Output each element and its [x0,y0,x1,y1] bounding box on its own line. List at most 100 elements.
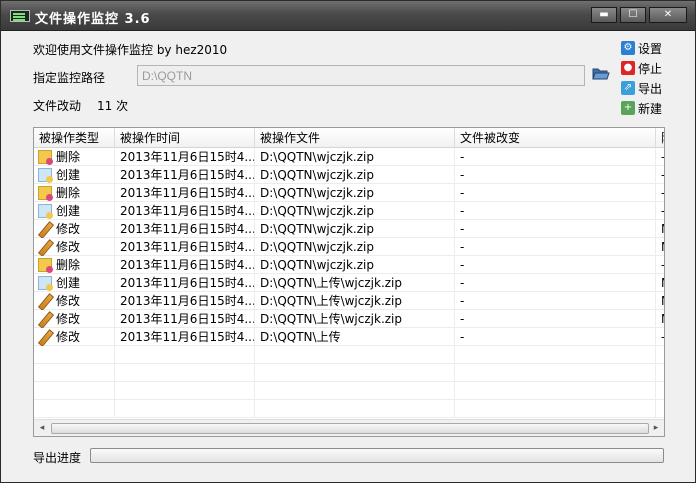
cell-type-text: 修改 [56,294,81,308]
cell-file [255,364,455,382]
new-file-icon: + [621,101,635,115]
column-header-time[interactable]: 被操作时间 [115,128,255,148]
table-row[interactable]: 删除 2013年11月6日15时4... D:\QQTN\wjczjk.zip - - [34,256,664,274]
cell-type: 创建 [34,274,115,292]
cell-extra [656,382,664,400]
cell-time [115,382,255,400]
cell-type: 创建 [34,202,115,220]
scroll-thumb[interactable] [51,423,649,434]
scroll-left-icon[interactable]: ◂ [35,422,49,435]
cell-type [34,364,115,382]
cell-time: 2013年11月6日15时4... [115,256,255,274]
change-count-label: 文件改动 [33,99,82,113]
app-window: 文件操作监控 3.6 ▬ ☐ ✕ 欢迎使用文件操作监控 by hez2010 指… [0,0,696,483]
table-row[interactable]: 修改 2013年11月6日15时4... D:\QQTN\上传\wjczjk.zip… [34,292,664,310]
cell-file [255,346,455,364]
cell-extra: - [656,202,664,220]
table-row [34,400,664,418]
side-button-3[interactable]: + 新建 [621,99,691,117]
cell-time: 2013年11月6日15时4... [115,220,255,238]
cell-file [255,400,455,418]
cell-changed: - [455,202,656,220]
column-header-extra[interactable]: 附 [656,128,664,148]
cell-type-text: 修改 [56,312,81,326]
cell-file: D:\QQTN\上传 [255,328,455,346]
cell-type [34,346,115,364]
table-row [34,382,664,400]
table-row[interactable]: 删除 2013年11月6日15时4... D:\QQTN\wjczjk.zip - - [34,184,664,202]
cell-time: 2013年11月6日15时4... [115,310,255,328]
cell-extra: N [656,310,664,328]
column-header-changed[interactable]: 文件被改变 [455,128,656,148]
column-header-type[interactable]: 被操作类型 [34,128,115,148]
cell-extra: - [656,256,664,274]
modify-icon [38,240,52,254]
minimize-button[interactable]: ▬ [591,7,617,23]
cell-type: 删除 [34,256,115,274]
create-icon [38,204,53,219]
cell-type: 修改 [34,292,115,310]
path-label: 指定监控路径 [33,71,106,85]
cell-type: 修改 [34,310,115,328]
cell-type-text: 删除 [56,186,81,200]
side-button-1[interactable]: ● 停止 [621,59,691,77]
cell-file: D:\QQTN\上传\wjczjk.zip [255,274,455,292]
cell-changed: - [455,328,656,346]
side-button-0[interactable]: ⚙ 设置 [621,39,691,57]
table-header: 被操作类型 被操作时间 被操作文件 文件被改变 附 [34,128,664,148]
horizontal-scrollbar[interactable]: ◂ ▸ [34,419,664,436]
cell-changed: - [455,310,656,328]
cell-file [255,382,455,400]
cell-changed: - [455,166,656,184]
modify-icon [38,294,52,308]
path-input[interactable]: D:\QQTN [137,65,585,86]
table-row[interactable]: 修改 2013年11月6日15时4...D:\QQTN\wjczjk.zip-N [34,220,664,238]
cell-type-text: 删除 [56,258,81,272]
cell-extra: - [656,328,664,346]
export-progress-bar [90,448,664,463]
table-row[interactable]: 删除 2013年11月6日15时4... D:\QQTN\wjczjk.zip - - [34,148,664,166]
cell-type-text: 修改 [56,240,81,254]
title-bar[interactable]: 文件操作监控 3.6 ▬ ☐ ✕ [1,1,695,31]
delete-icon [38,150,53,165]
delete-icon [38,186,53,201]
cell-time: 2013年11月6日15时4... [115,202,255,220]
cell-time: 2013年11月6日15时4... [115,328,255,346]
table-row[interactable]: 创建 2013年11月6日15时4... D:\QQTN\wjczjk.zip - - [34,166,664,184]
table-row[interactable]: 修改 2013年11月6日15时4... D:\QQTN\上传\wjczjk.zip… [34,310,664,328]
table-row[interactable]: 创建 2013年11月6日15时4... D:\QQTN\上传\wjczjk.zip… [34,274,664,292]
cell-time: 2013年11月6日15时4... [115,292,255,310]
cell-type-text: 创建 [56,204,81,218]
cell-file: D:\QQTN\wjczjk.zip [255,184,455,202]
cell-changed: - [455,148,656,166]
change-count-value: 11 次 [97,99,129,113]
cell-type: 创建 [34,166,115,184]
cell-time: 2013年11月6日15时4... [115,238,255,256]
cell-extra: - [656,184,664,202]
modify-icon [38,312,52,326]
side-button-2[interactable]: ⇗ 导出 [621,79,691,97]
scroll-right-icon[interactable]: ▸ [649,422,663,435]
maximize-button[interactable]: ☐ [620,7,646,23]
cell-extra: N [656,292,664,310]
cell-changed: - [455,292,656,310]
cell-type-text: 创建 [56,168,81,182]
cell-type-text: 删除 [56,150,81,164]
table-row[interactable]: 修改 2013年11月6日15时4...D:\QQTN\wjczjk.zip-N [34,238,664,256]
cell-type [34,400,115,418]
events-table[interactable]: 被操作类型 被操作时间 被操作文件 文件被改变 附 删除 2013年11月6日15… [33,127,665,437]
cell-type [34,382,115,400]
cell-type: 修改 [34,220,115,238]
cell-type-text: 修改 [56,222,81,236]
column-header-file[interactable]: 被操作文件 [255,128,455,148]
modify-icon [38,222,52,236]
cell-changed: - [455,274,656,292]
browse-folder-icon[interactable] [592,66,610,82]
table-row [34,364,664,382]
cell-extra: N [656,274,664,292]
table-row[interactable]: 创建 2013年11月6日15时4... D:\QQTN\wjczjk.zip - - [34,202,664,220]
gear-icon: ⚙ [621,41,635,55]
table-row[interactable]: 修改 2013年11月6日15时4... D:\QQTN\上传 - - [34,328,664,346]
close-button[interactable]: ✕ [649,7,687,23]
cell-time: 2013年11月6日15时4... [115,148,255,166]
